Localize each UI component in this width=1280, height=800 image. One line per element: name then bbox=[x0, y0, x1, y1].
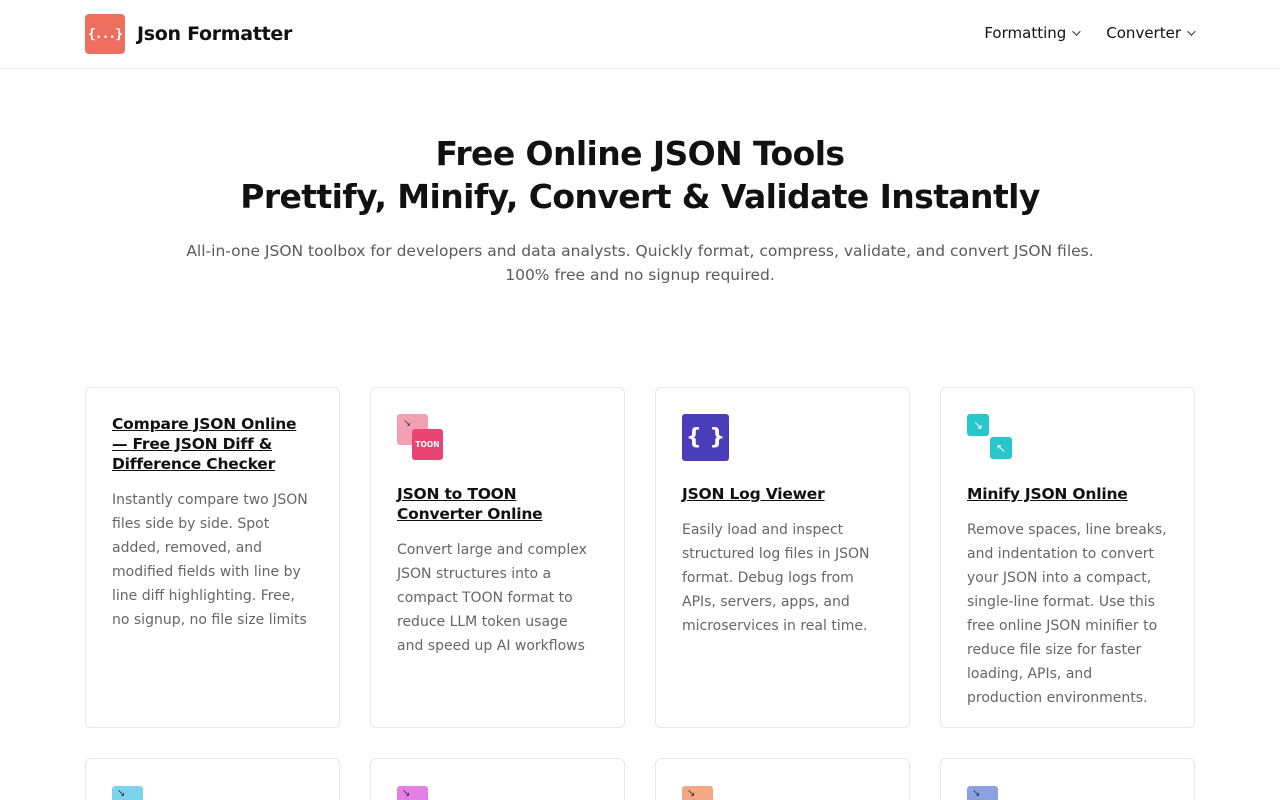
brand-name: Json Formatter bbox=[137, 23, 293, 45]
page-title-line1: Free Online JSON Tools bbox=[435, 134, 846, 173]
card-title-link[interactable]: JSON Log Viewer bbox=[682, 484, 883, 504]
tool-card-json-log-viewer[interactable]: { } JSON Log Viewer Easily load and insp… bbox=[655, 387, 910, 728]
page-subtitle: All-in-one JSON toolbox for developers a… bbox=[0, 239, 1280, 287]
card-title-link[interactable]: JSON to TOON Converter Online bbox=[397, 484, 598, 524]
arrow-up-left-icon: ↖ bbox=[990, 437, 1012, 459]
nav-converter-label: Converter bbox=[1106, 24, 1181, 42]
arrow-down-right-icon: ↘ bbox=[403, 418, 412, 429]
site-header: {...} Json Formatter Formatting Converte… bbox=[0, 0, 1280, 69]
toon-convert-icon: ↘ TOON bbox=[397, 414, 444, 461]
tool-card-compare-json[interactable]: Compare JSON Online — Free JSON Diff & D… bbox=[85, 387, 340, 728]
chevron-down-icon bbox=[1072, 27, 1081, 36]
tool-card-json-to-toon[interactable]: ↘ TOON JSON to TOON Converter Online Con… bbox=[370, 387, 625, 728]
arrow-icon: ↘ bbox=[967, 786, 998, 800]
tool-card[interactable]: ↘ bbox=[85, 758, 340, 800]
json-braces-logo-icon: {...} bbox=[85, 14, 125, 54]
toon-icon-front-tile: TOON bbox=[412, 429, 443, 460]
arrow-icon: ↘ bbox=[397, 786, 428, 800]
arrow-icon: ↘ bbox=[112, 786, 143, 800]
tool-card-minify-json[interactable]: ↘ ↖ Minify JSON Online Remove spaces, li… bbox=[940, 387, 1195, 728]
card-description: Easily load and inspect structured log f… bbox=[682, 522, 870, 634]
tool-card[interactable]: ↘ bbox=[940, 758, 1195, 800]
hero-section: Free Online JSON Tools Prettify, Minify,… bbox=[0, 132, 1280, 287]
arrow-icon: ↘ bbox=[682, 786, 713, 800]
braces-icon: { } bbox=[682, 414, 729, 461]
nav-formatting-label: Formatting bbox=[984, 24, 1067, 42]
card-description: Convert large and complex JSON structure… bbox=[397, 542, 587, 654]
card-title-link[interactable]: Compare JSON Online — Free JSON Diff & D… bbox=[112, 414, 313, 474]
nav-formatting-dropdown[interactable]: Formatting bbox=[984, 24, 1081, 42]
card-description: Remove spaces, line breaks, and indentat… bbox=[967, 522, 1167, 706]
page-title-line2: Prettify, Minify, Convert & Validate Ins… bbox=[240, 177, 1040, 216]
minify-arrows-icon: ↘ ↖ bbox=[967, 414, 1014, 461]
tool-card[interactable]: ↘ bbox=[370, 758, 625, 800]
page-title: Free Online JSON Tools Prettify, Minify,… bbox=[0, 132, 1280, 218]
card-description: Instantly compare two JSON files side by… bbox=[112, 492, 308, 628]
page-subtitle-line1: All-in-one JSON toolbox for developers a… bbox=[186, 242, 1094, 260]
main-nav: Formatting Converter bbox=[956, 24, 1196, 42]
card-title-link[interactable]: Minify JSON Online bbox=[967, 484, 1168, 504]
chevron-down-icon bbox=[1187, 27, 1196, 36]
brand-home-link[interactable]: {...} Json Formatter bbox=[85, 14, 292, 54]
arrow-down-right-icon: ↘ bbox=[967, 414, 989, 436]
page-subtitle-line2: 100% free and no signup required. bbox=[505, 266, 775, 284]
nav-converter-dropdown[interactable]: Converter bbox=[1106, 24, 1196, 42]
tool-card[interactable]: ↘ bbox=[655, 758, 910, 800]
